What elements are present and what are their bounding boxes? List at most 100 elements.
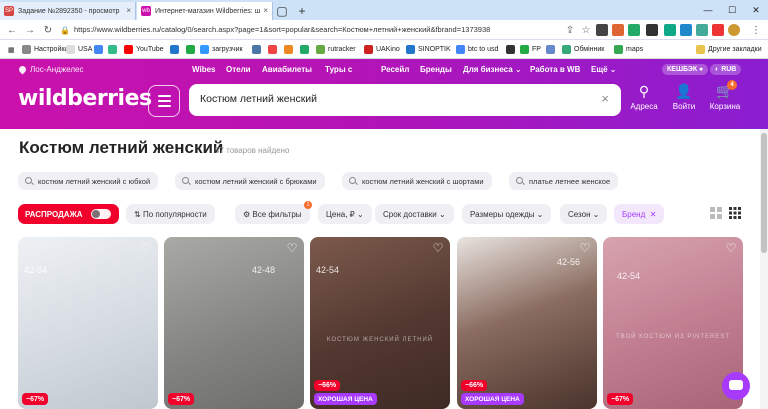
city-selector[interactable]: Лос-Анджелес [17,64,83,75]
apps-icon[interactable]: ▦ [8,43,15,56]
bookmark-sinoptik[interactable]: SINOPTIK [406,43,451,56]
new-tab-icon[interactable]: + [294,3,310,19]
search-icon [349,177,356,184]
cart-button[interactable]: 🛒 Корзина [705,83,745,111]
url-field[interactable]: https://www.wildberries.ru/catalog/0/sea… [74,23,558,37]
cart-icon: 🛒 [716,83,734,99]
extension-icon[interactable] [646,24,658,36]
tab-wildberries[interactable]: wb Интернет-магазин Wildberries: ш × [137,2,273,20]
vk-icon[interactable] [252,43,264,56]
delivery-filter[interactable]: Срок доставки ⌄ [375,204,454,224]
heart-icon[interactable]: ♡ [285,242,299,255]
heart-icon[interactable]: ♡ [431,242,445,255]
bookmark-icon[interactable] [170,43,182,56]
price-filter[interactable]: Цена, ₽ ⌄ [318,204,372,224]
scrollbar-thumb[interactable] [761,133,767,253]
extension-icon[interactable] [664,24,676,36]
bookmark-icon[interactable] [546,43,558,56]
heart-icon[interactable]: ♡ [139,242,153,255]
heart-icon[interactable]: ♡ [724,242,738,255]
nav-hotels[interactable]: Отели [226,65,251,74]
star-icon[interactable]: ☆ [578,22,594,38]
tab-label: Интернет-магазин Wildberries: ш [155,7,261,15]
search-input[interactable]: Костюм летний женский × [189,84,621,116]
extension-icon[interactable] [696,24,708,36]
nav-tours[interactable]: Туры с [325,65,352,74]
close-tab-icon[interactable]: × [126,6,131,15]
close-tab-icon[interactable]: × [263,6,268,15]
clear-icon[interactable]: × [601,92,609,106]
product-card[interactable]: ♡ 42-56 −66% ХОРОШАЯ ЦЕНА [457,237,597,409]
brand-filter[interactable]: Бренд ✕ [614,204,665,224]
bookmark-icon[interactable] [300,43,312,56]
back-icon[interactable]: ← [4,22,20,38]
extension-icon[interactable] [596,24,608,36]
nav-business[interactable]: Для бизнеса ⌄ [463,65,522,74]
nav-flights[interactable]: Авиабилеты [262,65,312,74]
bookmark-uakino[interactable]: UAKino [364,43,400,56]
catalog-menu-button[interactable] [148,85,180,117]
suggestion-chip[interactable]: костюм летний женский с шортами [342,172,492,190]
reload-icon[interactable]: ↻ [40,22,56,38]
google-icon[interactable] [94,43,106,56]
bookmark-other[interactable]: Другие закладки [696,43,762,56]
bookmark-exchanger[interactable]: Обмінник [562,43,604,56]
nav-jobs[interactable]: Работа в WB [530,65,580,74]
toggle-switch[interactable] [91,209,111,219]
sale-toggle-button[interactable]: РАСПРОДАЖА [18,204,119,224]
bookmark-icon[interactable] [284,43,296,56]
close-window-icon[interactable]: ✕ [744,0,768,20]
bookmark-usa[interactable]: USA [66,43,92,56]
extension-icon[interactable] [712,24,724,36]
product-card[interactable]: ♡ 42-54 −67% [18,237,158,409]
bookmark-icon[interactable] [186,43,198,56]
bookmark-youtube[interactable]: YouTube [124,43,164,56]
extension-icon[interactable] [612,24,624,36]
share-icon[interactable]: ⇪ [562,22,578,38]
nav-wibes[interactable]: Wibes [192,65,216,74]
lock-icon[interactable]: 🔒 [57,22,73,38]
heart-icon[interactable]: ♡ [578,242,592,255]
bookmark-rutracker[interactable]: rutracker [316,43,356,56]
season-filter[interactable]: Сезон ⌄ [560,204,608,224]
minimize-icon[interactable]: — [696,0,720,20]
tab-icon[interactable]: ▢ [274,3,290,19]
product-card[interactable]: ♡ 42-48 −67% [164,237,304,409]
extension-icon[interactable] [628,24,640,36]
nav-more[interactable]: Ещё ⌄ [591,65,616,74]
suggestion-chip[interactable]: платье летнее женское [509,172,619,190]
bookmark-icon[interactable] [268,43,280,56]
page-scrollbar[interactable] [760,129,768,409]
chat-button[interactable] [722,372,750,400]
bookmark-fp[interactable]: FP [520,43,541,56]
browser-menu-icon[interactable]: ⋮ [748,22,764,38]
forward-icon[interactable]: → [22,22,38,38]
grid-large-view-icon[interactable] [710,207,722,219]
profile-avatar[interactable] [728,24,740,36]
addresses-button[interactable]: ⚲ Адреса [624,83,664,111]
close-icon[interactable]: ✕ [650,210,657,219]
product-card[interactable]: ♡ 42-54 КОСТЮМ ЖЕНСКИЙ ЛЕТНИЙ −66% ХОРОШ… [310,237,450,409]
login-button[interactable]: 👤 Войти [664,83,704,111]
cashback-pill[interactable]: КЕШБЭК ● [662,64,709,75]
sizes-filter[interactable]: Размеры одежды ⌄ [462,204,552,224]
nav-resale[interactable]: Ресейл [381,65,409,74]
all-filters-button[interactable]: ⚙ Все фильтры [235,204,310,224]
currency-pill[interactable]: ◐ RUB [710,64,742,75]
bookmark-btc[interactable]: btc to usd [456,43,498,56]
wildberries-logo[interactable]: wildberries [18,86,152,111]
maximize-icon[interactable]: ☐ [720,0,744,20]
extension-icon[interactable] [680,24,692,36]
grid-small-view-icon[interactable] [729,207,741,219]
bookmark-settings[interactable]: Настройки [22,43,68,56]
nav-brands[interactable]: Бренды [420,65,452,74]
suggestion-chip[interactable]: костюм летний женский с брюками [175,172,325,190]
bookmark-icon[interactable] [506,43,518,56]
bookmark-maps[interactable]: maps [614,43,643,56]
bookmark-icon[interactable] [108,43,120,56]
bookmark-downloader[interactable]: загрузчик [200,43,243,56]
tab-task[interactable]: SP Задание №2892350 - просмотр × [0,2,136,20]
search-icon [182,177,189,184]
suggestion-chip[interactable]: костюм летний женский с юбкой [18,172,159,190]
sort-dropdown[interactable]: ⇅ По популярности [126,204,215,224]
